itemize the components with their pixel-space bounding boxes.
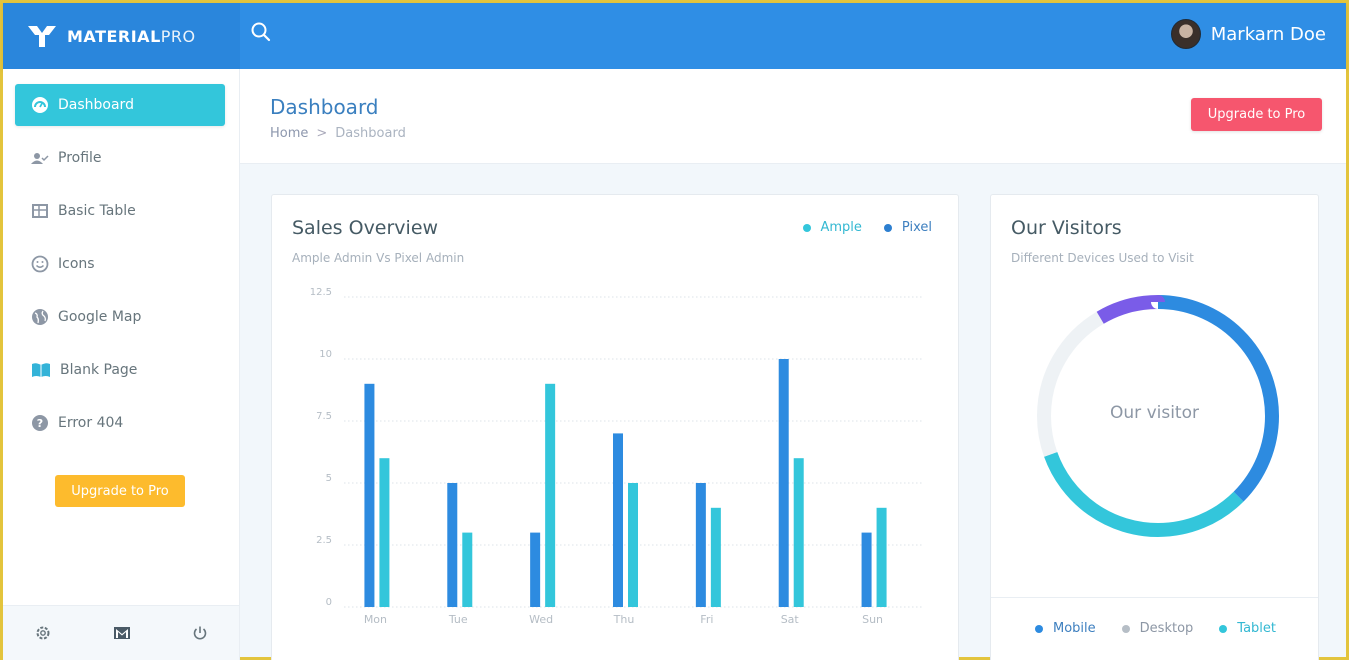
sales-overview-card: Sales Overview Ample Admin Vs Pixel Admi…: [271, 194, 959, 660]
avatar: [1170, 19, 1201, 49]
sidebar-item-label: Blank Page: [60, 362, 138, 378]
bar-ample-wed[interactable]: [545, 383, 556, 607]
book-open-icon: [32, 363, 50, 377]
logo-icon: [28, 26, 56, 47]
legend-dot: [1121, 624, 1130, 633]
top-header: MATERIAL PRO Markarn Doe: [3, 3, 1346, 69]
card-subtitle: Different Devices Used to Visit: [1011, 251, 1194, 265]
bar-pixel-sat[interactable]: [778, 359, 789, 607]
legend-label: Tablet: [1237, 621, 1276, 636]
sidebar-item-error-404[interactable]: ? Error 404: [15, 402, 225, 444]
legend-dot: [1219, 624, 1228, 633]
globe-icon: [32, 309, 48, 325]
x-tick-label: Wed: [529, 613, 553, 626]
page-title: Dashboard: [270, 95, 379, 119]
bar-pixel-mon[interactable]: [364, 383, 375, 607]
visitors-legend-area: Mobile Desktop Tablet: [991, 597, 1318, 660]
logo[interactable]: MATERIAL PRO: [3, 3, 240, 69]
table-icon: [32, 204, 48, 218]
y-tick-label: 0: [326, 597, 332, 608]
x-tick-label: Sun: [862, 613, 883, 626]
sidebar-item-dashboard[interactable]: Dashboard: [15, 84, 225, 126]
upgrade-to-pro-button[interactable]: Upgrade to Pro: [1191, 98, 1322, 131]
svg-text:?: ?: [37, 417, 43, 430]
sidebar-item-label: Icons: [58, 256, 95, 272]
search-icon[interactable]: [250, 21, 272, 47]
user-check-icon: [31, 153, 49, 164]
sidebar-item-label: Profile: [58, 150, 102, 166]
sidebar-item-google-map[interactable]: Google Map: [15, 296, 225, 338]
y-tick-label: 7.5: [316, 411, 332, 422]
sidebar-item-basic-table[interactable]: Basic Table: [15, 190, 225, 232]
sidebar-item-label: Google Map: [58, 309, 142, 325]
sidebar-item-label: Basic Table: [58, 203, 136, 219]
donut-legend: Mobile Desktop Tablet: [1035, 621, 1276, 636]
sidebar-footer: [3, 605, 239, 660]
sidebar-item-profile[interactable]: Profile: [15, 137, 225, 179]
our-visitors-card: Our Visitors Different Devices Used to V…: [990, 194, 1319, 660]
x-tick-label: Mon: [364, 613, 387, 626]
y-tick-label: 5: [326, 473, 332, 484]
bar-pixel-tue[interactable]: [447, 483, 458, 607]
bar-pixel-sun[interactable]: [861, 532, 872, 607]
bar-ample-mon[interactable]: [379, 458, 390, 607]
bar-ample-tue[interactable]: [462, 532, 473, 607]
breadcrumb: Home > Dashboard: [270, 126, 406, 141]
x-tick-label: Sat: [781, 613, 800, 626]
legend-label: Desktop: [1139, 621, 1194, 636]
mail-icon[interactable]: [114, 626, 130, 640]
breadcrumb-home[interactable]: Home: [270, 126, 308, 141]
sidebar-item-label: Error 404: [58, 415, 124, 431]
y-tick-label: 12.5: [310, 287, 332, 298]
help-circle-icon: ?: [32, 415, 48, 431]
bar-pixel-thu[interactable]: [613, 433, 623, 607]
x-tick-label: Fri: [700, 613, 713, 626]
sidebar-item-blank-page[interactable]: Blank Page: [15, 349, 225, 391]
legend-desktop: Desktop: [1121, 621, 1194, 636]
bar-pixel-fri[interactable]: [695, 483, 706, 607]
y-tick-label: 2.5: [316, 535, 332, 546]
legend-label: Mobile: [1053, 621, 1096, 636]
legend-tablet: Tablet: [1219, 621, 1276, 636]
dashboard-gauge-icon: [32, 97, 48, 113]
sidebar-item-icons[interactable]: Icons: [15, 243, 225, 285]
sidebar-upgrade-button[interactable]: Upgrade to Pro: [55, 475, 185, 507]
breadcrumb-current: Dashboard: [335, 126, 406, 141]
donut-center-label: Our visitor: [1110, 403, 1199, 423]
smiley-icon: [31, 255, 49, 273]
power-icon[interactable]: [192, 625, 208, 641]
bar-pixel-wed[interactable]: [530, 532, 541, 607]
logo-text-strong: MATERIAL: [67, 26, 161, 46]
legend-dot: [1035, 624, 1043, 633]
logo-text-light: PRO: [160, 26, 196, 46]
sidebar-item-label: Dashboard: [58, 97, 134, 113]
sidebar: Dashboard Profile Basic Table Icons Goog…: [3, 69, 240, 660]
bar-ample-fri[interactable]: [710, 507, 721, 607]
sales-bar-chart: 0 2.5 5 7.5 10 12.5 Mon Tue Wed Thu Fri Sat Sun: [310, 287, 924, 626]
x-tick-label: Thu: [613, 613, 635, 626]
card-title: Our Visitors: [1011, 217, 1122, 239]
page-title-bar: Dashboard Home > Dashboard Upgrade to Pro: [240, 69, 1346, 164]
bar-ample-thu[interactable]: [628, 483, 638, 607]
user-name: Markarn Doe: [1210, 23, 1326, 45]
x-tick-label: Tue: [448, 613, 468, 626]
bar-ample-sat[interactable]: [793, 458, 804, 607]
legend-mobile: Mobile: [1035, 621, 1096, 636]
gear-icon[interactable]: [34, 624, 52, 642]
user-menu[interactable]: Markarn Doe: [1170, 19, 1326, 49]
y-tick-label: 10: [319, 349, 332, 360]
chevron-right-icon: >: [316, 126, 328, 141]
bar-ample-sun[interactable]: [876, 507, 887, 607]
